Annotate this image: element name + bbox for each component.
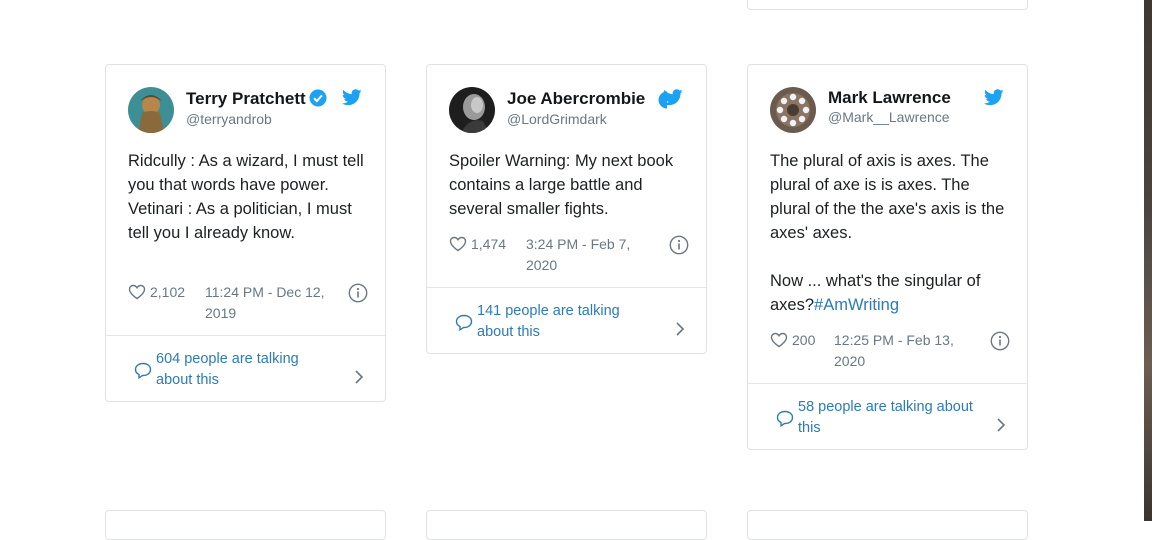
tweet-meta: 200 12:25 PM - Feb 13, 2020	[770, 330, 1010, 372]
avatar[interactable]	[770, 87, 816, 133]
info-icon[interactable]	[348, 283, 368, 303]
avatar[interactable]	[449, 87, 495, 133]
divider	[106, 335, 385, 336]
tweet-text-line: Now ... what's the singular of axes?#AmW…	[770, 269, 1010, 317]
tweet-card-partial-bottom-3	[747, 510, 1028, 540]
conversation-link[interactable]: 141 people are talking about this	[455, 301, 685, 343]
tweet-card-partial-bottom-2	[426, 510, 707, 540]
chevron-right-icon[interactable]	[354, 369, 364, 385]
twitter-bird-icon[interactable]	[984, 89, 1004, 106]
chevron-right-icon[interactable]	[675, 321, 685, 337]
heart-icon[interactable]	[128, 284, 146, 300]
tweet-datetime[interactable]: 3:24 PM - Feb 7, 2020	[526, 234, 651, 276]
like-count[interactable]: 2,102	[150, 282, 185, 303]
info-icon[interactable]	[669, 235, 689, 255]
twitter-bird-icon[interactable]	[663, 89, 683, 106]
avatar[interactable]	[128, 87, 174, 133]
tweet-meta: 1,474 3:24 PM - Feb 7, 2020	[449, 234, 689, 276]
like-count[interactable]: 200	[792, 330, 815, 351]
conversation-link[interactable]: 58 people are talking about this	[776, 397, 1006, 439]
tweet-meta: 2,102 11:24 PM - Dec 12, 2019	[128, 282, 368, 324]
tweet-text: Spoiler Warning: My next book contains a…	[449, 149, 684, 221]
heart-icon[interactable]	[770, 332, 788, 348]
speech-bubble-icon	[776, 410, 794, 427]
tweet-card-partial-top	[747, 0, 1028, 10]
divider	[748, 383, 1027, 384]
tweet-text-line: Vetinari : As a politician, I must tell …	[128, 200, 352, 242]
divider	[427, 287, 706, 288]
author-name-text[interactable]: Mark Lawrence	[828, 88, 951, 107]
conversation-text[interactable]: 58 people are talking about this	[798, 397, 990, 439]
tweet-text-line: Ridcully : As a wizard, I must tell you …	[128, 152, 364, 194]
speech-bubble-icon	[455, 314, 473, 331]
author-handle[interactable]: @LordGrimdark	[507, 111, 607, 127]
tweet-card[interactable]: Joe Abercrombie @LordGrimdark Spoiler Wa…	[426, 64, 707, 354]
chevron-right-icon[interactable]	[996, 417, 1006, 433]
heart-icon[interactable]	[449, 236, 467, 252]
verified-badge-icon	[309, 89, 327, 107]
author-name[interactable]: Joe Abercrombie	[507, 89, 645, 109]
tweet-text-line: Spoiler Warning: My next book contains a…	[449, 152, 674, 218]
tweet-text: The plural of axis is axes. The plural o…	[770, 149, 1010, 317]
tweet-card-partial-bottom-1	[105, 510, 386, 540]
like-count[interactable]: 1,474	[471, 234, 506, 255]
author-name-text[interactable]: Terry Pratchett	[186, 89, 306, 108]
tweet-datetime[interactable]: 11:24 PM - Dec 12, 2019	[205, 282, 340, 324]
conversation-text[interactable]: 604 people are talking about this	[156, 349, 326, 391]
conversation-text[interactable]: 141 people are talking about this	[477, 301, 647, 343]
tweet-datetime[interactable]: 12:25 PM - Feb 13, 2020	[834, 330, 974, 372]
info-icon[interactable]	[990, 331, 1010, 351]
hashtag-link[interactable]: #AmWriting	[814, 296, 899, 314]
tweet-text: Ridcully : As a wizard, I must tell you …	[128, 149, 368, 245]
tweet-card[interactable]: Terry Pratchett @terryandrob Ridcully : …	[105, 64, 386, 402]
conversation-link[interactable]: 604 people are talking about this	[134, 349, 364, 391]
author-name[interactable]: Mark Lawrence	[828, 88, 951, 108]
author-name[interactable]: Terry Pratchett	[186, 89, 327, 109]
tweet-card[interactable]: Mark Lawrence @Mark__Lawrence The plural…	[747, 64, 1028, 450]
author-handle[interactable]: @terryandrob	[186, 111, 272, 127]
author-handle[interactable]: @Mark__Lawrence	[828, 109, 950, 125]
background-window-edge	[1144, 0, 1152, 521]
tweet-text-line: The plural of axis is axes. The plural o…	[770, 152, 1005, 242]
speech-bubble-icon	[134, 362, 152, 379]
author-name-text[interactable]: Joe Abercrombie	[507, 89, 645, 108]
twitter-bird-icon[interactable]	[342, 89, 362, 106]
